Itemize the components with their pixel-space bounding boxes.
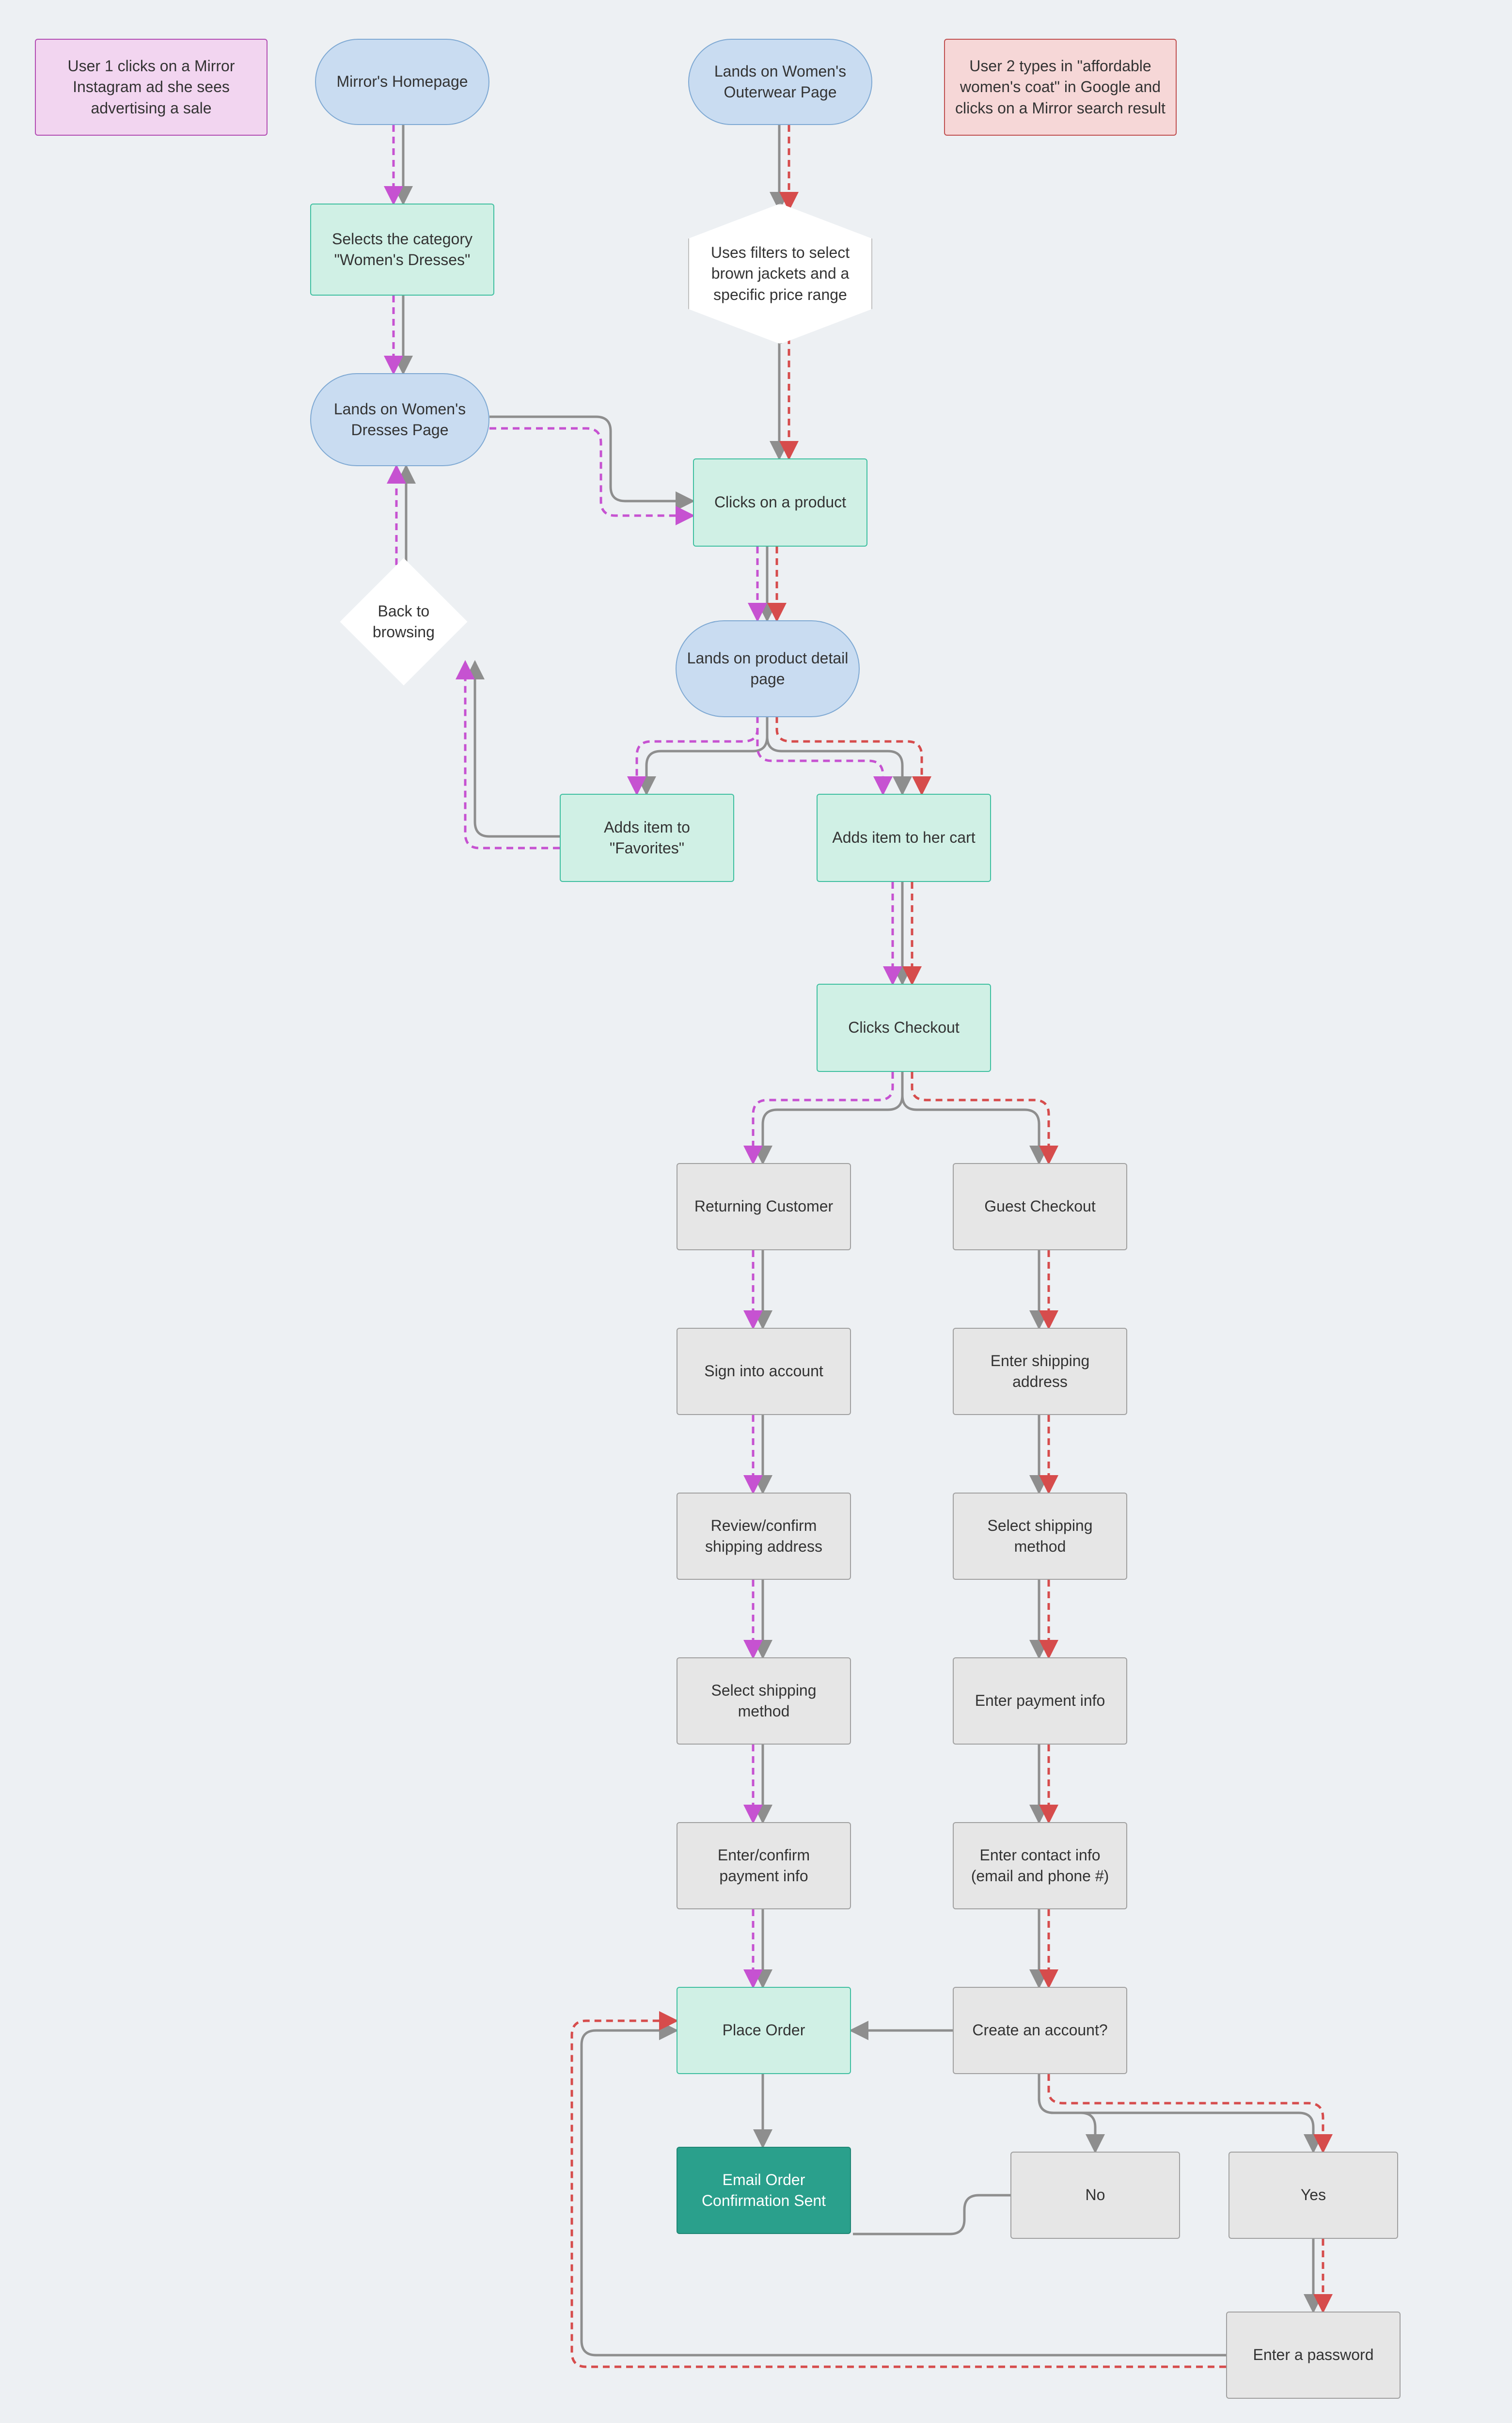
node-dresses-page: Lands on Women's Dresses Page: [310, 373, 489, 466]
node-no: No: [1010, 2152, 1180, 2239]
node-enter-pwd: Enter a password: [1226, 2312, 1401, 2399]
node-enter-ship-addr: Enter shipping address: [953, 1328, 1127, 1415]
callout-user1-text: User 1 clicks on a Mirror Instagram ad s…: [46, 56, 257, 119]
node-enter-contact: Enter contact info (email and phone #): [953, 1822, 1127, 1909]
node-email-confirm: Email Order Confirmation Sent: [677, 2147, 851, 2234]
callout-user1: User 1 clicks on a Mirror Instagram ad s…: [35, 39, 268, 136]
node-product-detail: Lands on product detail page: [676, 620, 860, 717]
node-review-ship: Review/confirm shipping address: [677, 1493, 851, 1580]
node-outerwear: Lands on Women's Outerwear Page: [688, 39, 872, 125]
node-guest: Guest Checkout: [953, 1163, 1127, 1250]
node-enter-confirm-pay: Enter/confirm payment info: [677, 1822, 851, 1909]
node-returning: Returning Customer: [677, 1163, 851, 1250]
callout-user2: User 2 types in "affordable women's coat…: [944, 39, 1177, 136]
node-sign-in: Sign into account: [677, 1328, 851, 1415]
node-filters: Uses filters to select brown jackets and…: [688, 204, 872, 344]
node-back-browsing: Back to browsing: [340, 558, 467, 685]
node-select-dresses: Selects the category "Women's Dresses": [310, 204, 494, 296]
node-homepage: Mirror's Homepage: [315, 39, 489, 125]
callout-user2-text: User 2 types in "affordable women's coat…: [955, 56, 1166, 119]
node-clicks-product: Clicks on a product: [693, 458, 867, 547]
flowchart-canvas: User 1 clicks on a Mirror Instagram ad s…: [0, 0, 1512, 2423]
node-add-favorites: Adds item to "Favorites": [560, 794, 734, 882]
node-sel-ship-l: Select shipping method: [677, 1657, 851, 1745]
node-add-cart: Adds item to her cart: [817, 794, 991, 882]
node-enter-pay: Enter payment info: [953, 1657, 1127, 1745]
node-place-order: Place Order: [677, 1987, 851, 2074]
node-create-acct: Create an account?: [953, 1987, 1127, 2074]
node-yes: Yes: [1228, 2152, 1398, 2239]
node-clicks-checkout: Clicks Checkout: [817, 984, 991, 1072]
node-sel-ship-r: Select shipping method: [953, 1493, 1127, 1580]
